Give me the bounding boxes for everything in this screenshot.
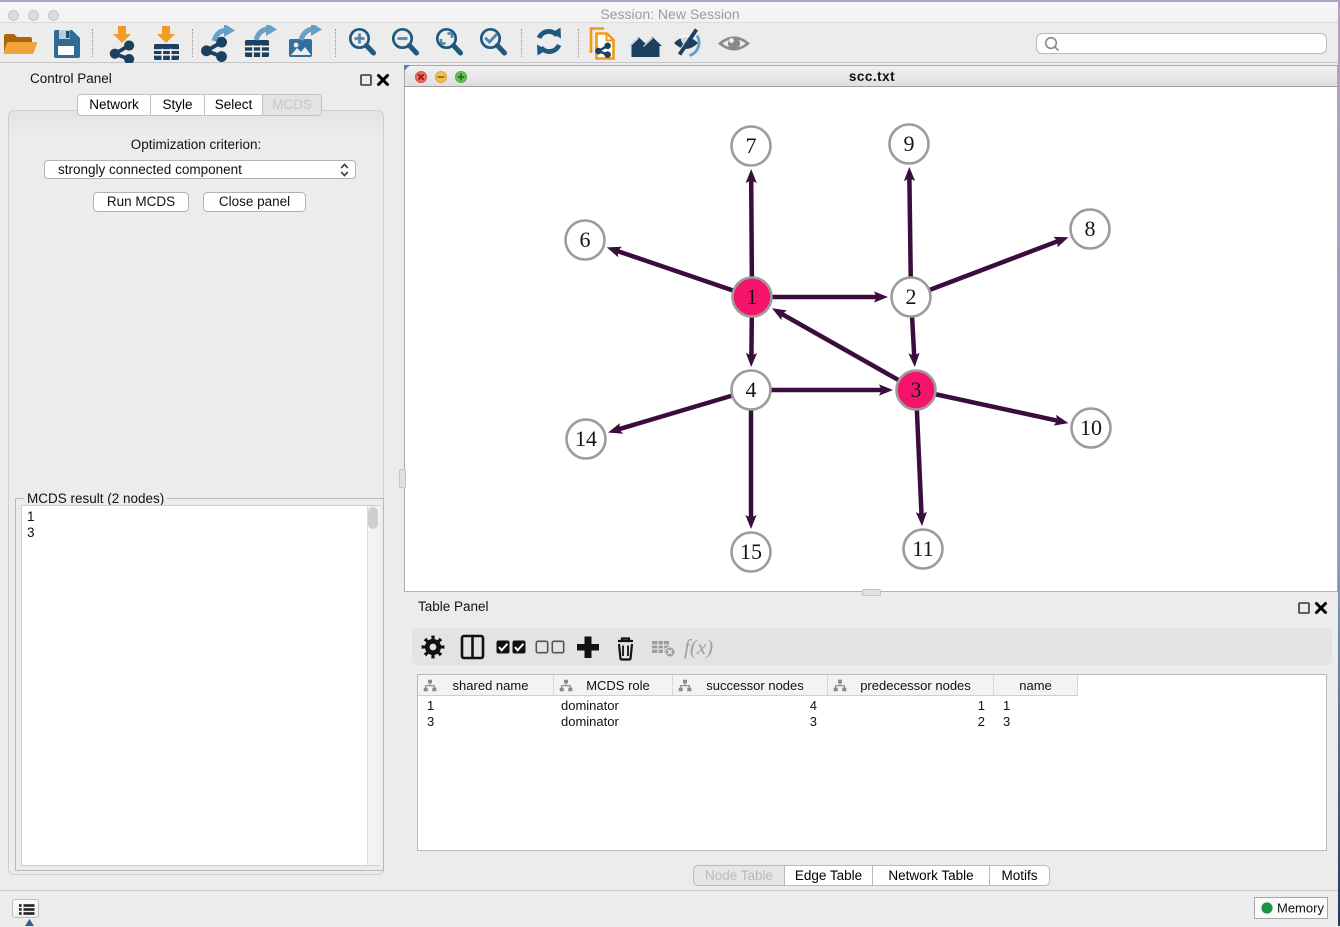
svg-text:2: 2: [906, 284, 917, 309]
svg-text:1: 1: [747, 284, 758, 309]
svg-text:9: 9: [904, 131, 915, 156]
svg-text:4: 4: [746, 377, 757, 402]
svg-text:6: 6: [580, 227, 591, 252]
svg-text:11: 11: [912, 536, 933, 561]
svg-text:14: 14: [575, 426, 597, 451]
svg-text:10: 10: [1080, 415, 1102, 440]
svg-text:15: 15: [740, 539, 762, 564]
svg-text:7: 7: [746, 133, 757, 158]
svg-text:Memory: Memory: [1277, 901, 1324, 916]
svg-text:f(x): f(x): [684, 635, 713, 659]
svg-text:3: 3: [911, 377, 922, 402]
svg-text:8: 8: [1085, 216, 1096, 241]
